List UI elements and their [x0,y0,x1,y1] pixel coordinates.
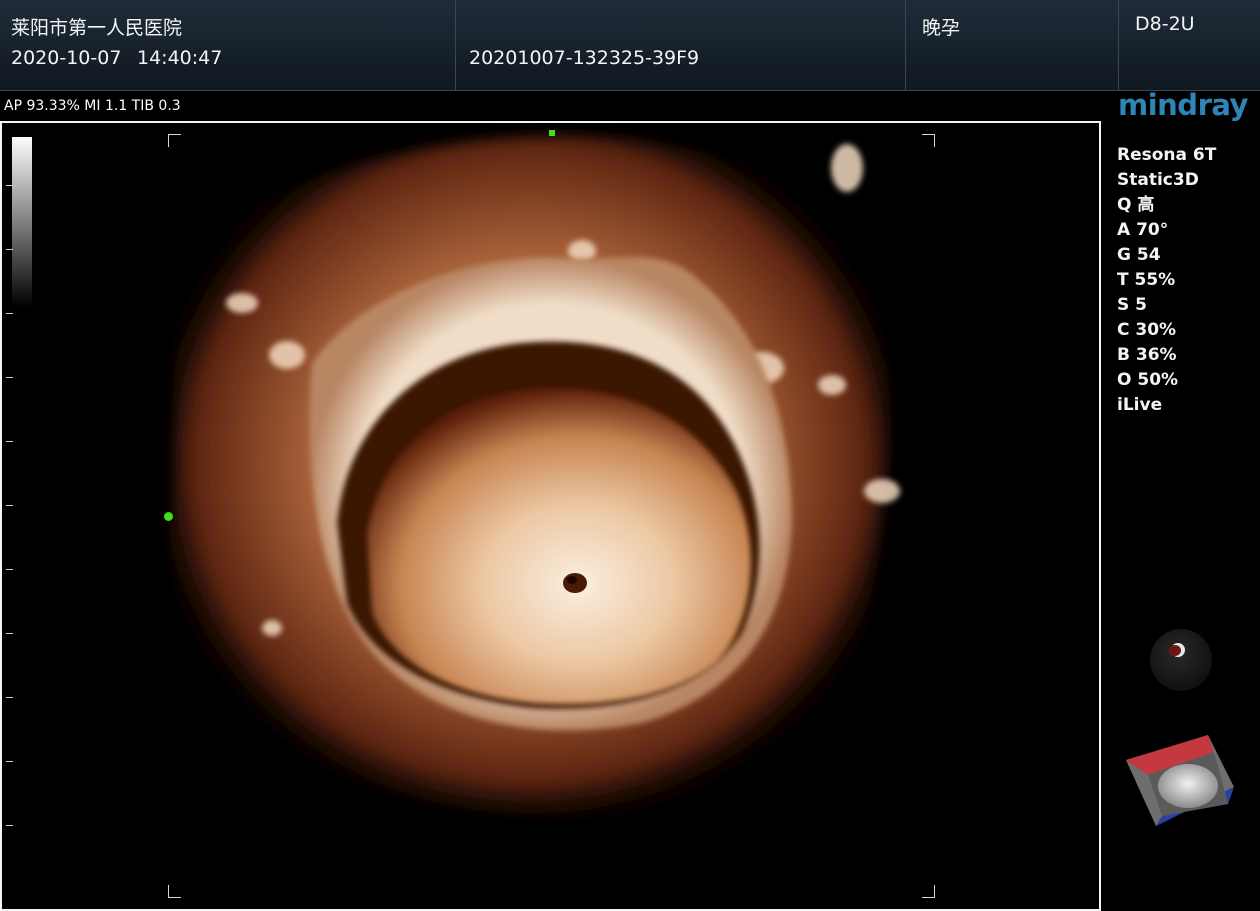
parameter-panel: Resona 6T Static3D Q 高 A 70° G 54 T 55% … [1117,143,1216,418]
param-contrast: C 30% [1117,320,1177,340]
top-cursor-marker[interactable] [549,130,555,136]
param-gain: G 54 [1117,245,1161,265]
param-quality: Q 高 [1117,195,1155,215]
param-render-mode: iLive [1117,395,1163,415]
exam-type: 晚孕 [922,17,961,39]
param-opacity: O 50% [1117,370,1179,390]
acoustic-output-info: AP 93.33% MI 1.1 TIB 0.3 [4,98,181,114]
param-threshold: T 55% [1117,270,1176,290]
probe-name: D8-2U [1135,13,1195,35]
mindray-logo-text: mindray [1118,88,1248,122]
param-model: Resona 6T [1117,145,1217,165]
exam-time: 14:40:47 [137,47,223,69]
side-cursor-marker[interactable] [164,512,173,521]
header-cell-hospital: 莱阳市第一人民医院 2020-10-07 14:40:47 [0,0,456,90]
header-cell-study: 20201007-132325-39F9 [456,0,906,90]
hospital-name: 莱阳市第一人民医院 [11,17,183,39]
exam-date: 2020-10-07 [11,47,122,69]
header-cell-exam: 晚孕 [906,0,1119,90]
header-cell-probe: D8-2U [1119,0,1260,90]
param-brightness: B 36% [1117,345,1177,365]
ultrasound-viewport[interactable] [0,121,1101,911]
mindray-logo: mindray [1118,88,1248,122]
param-angle: A 70° [1117,220,1169,240]
param-mode: Static3D [1117,170,1199,190]
header-bar: 莱阳市第一人民医院 2020-10-07 14:40:47 20201007-1… [0,0,1260,91]
rotation-knob-icon[interactable] [1150,629,1212,691]
param-smooth: S 5 [1117,295,1147,315]
orientation-cube-icon[interactable] [1120,730,1240,830]
study-id: 20201007-132325-39F9 [469,47,700,69]
